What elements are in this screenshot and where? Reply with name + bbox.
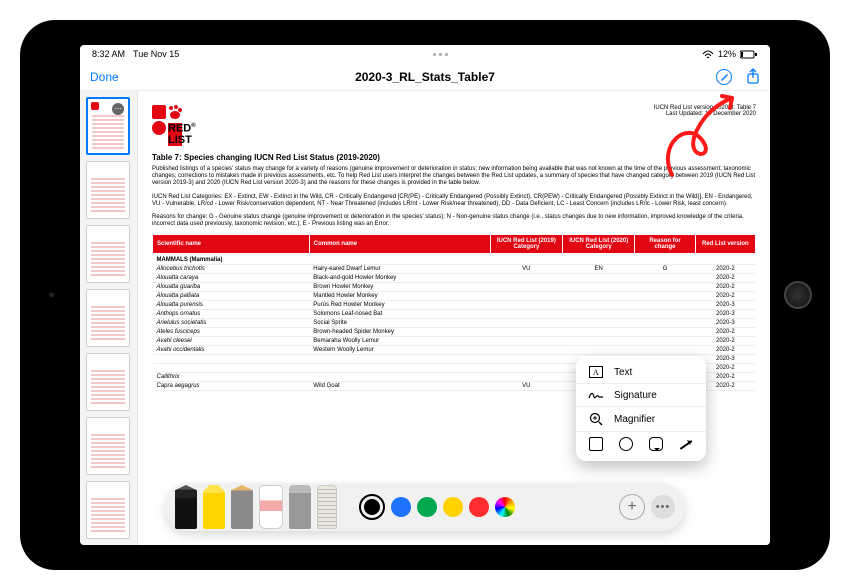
- add-button[interactable]: +: [619, 494, 645, 520]
- popover-magnifier[interactable]: Magnifier: [576, 406, 706, 431]
- color-blue[interactable]: [391, 497, 411, 517]
- popover-text[interactable]: A Text: [576, 361, 706, 383]
- wifi-icon: [702, 50, 714, 59]
- share-icon[interactable]: [746, 68, 760, 86]
- categories-para: IUCN Red List Categories: EX - Extinct, …: [152, 194, 756, 208]
- thumbnail-rail[interactable]: ⋯: [80, 91, 138, 545]
- popover-signature[interactable]: Signature: [576, 383, 706, 406]
- markup-toolbar: + •••: [165, 483, 685, 531]
- status-time: 8:32 AM: [92, 49, 125, 59]
- col-2019: IUCN Red List (2019) Category: [490, 235, 562, 254]
- shape-arrow[interactable]: [679, 437, 693, 451]
- color-black-selected[interactable]: [359, 494, 385, 520]
- document-page[interactable]: RED®LIST IUCN Red List version 2020-3: T…: [138, 91, 770, 545]
- page-thumbnail[interactable]: [86, 225, 130, 283]
- status-date: Tue Nov 15: [133, 49, 179, 59]
- page-thumbnail[interactable]: [86, 161, 130, 219]
- shape-rectangle[interactable]: [589, 437, 603, 451]
- shape-circle[interactable]: [619, 437, 633, 451]
- table-title: Table 7: Species changing IUCN Red List …: [152, 153, 756, 162]
- version-info: IUCN Red List version 2020-3: Table 7 La…: [654, 105, 756, 117]
- more-button[interactable]: •••: [651, 495, 675, 519]
- magnifier-icon: [588, 412, 604, 426]
- ipad-frame: 8:32 AM Tue Nov 15 12% Done 2020-3_RL_St…: [20, 20, 830, 570]
- redlist-logo: RED®LIST: [152, 105, 182, 135]
- done-button[interactable]: Done: [90, 70, 119, 84]
- page-thumbnail[interactable]: [86, 289, 130, 347]
- logo-text-list: LIST: [168, 134, 192, 146]
- color-yellow[interactable]: [443, 497, 463, 517]
- col-2020: IUCN Red List (2020) Category: [563, 235, 635, 254]
- intro-para: Published listings of a species' status …: [152, 166, 756, 188]
- table-row: Avahi cleeseiBemaraha Woolly Lemur2020-2: [153, 337, 756, 346]
- battery-percent: 12%: [718, 49, 736, 59]
- reasons-para: Reasons for change: G - Genuine status c…: [152, 214, 756, 228]
- pen-tool[interactable]: [175, 485, 197, 529]
- shape-speech-bubble[interactable]: [649, 437, 663, 451]
- color-green[interactable]: [417, 497, 437, 517]
- highlighter-tool[interactable]: [203, 485, 225, 529]
- table-row: Ateles fuscicepsBrown-headed Spider Monk…: [153, 328, 756, 337]
- color-picker[interactable]: [495, 497, 515, 517]
- screen: 8:32 AM Tue Nov 15 12% Done 2020-3_RL_St…: [80, 45, 770, 545]
- lasso-tool[interactable]: [289, 485, 311, 529]
- status-bar: 8:32 AM Tue Nov 15 12%: [80, 45, 770, 63]
- table-row: Arielulus societatisSocial Sprite2020-3: [153, 319, 756, 328]
- table-row: Avahi occidentalisWestern Woolly Lemur20…: [153, 346, 756, 355]
- table-row: Allocebus trichotisHairy-eared Dwarf Lem…: [153, 265, 756, 274]
- table-row: Anthops ornatusSolomons Leaf-nosed Bat20…: [153, 310, 756, 319]
- col-reason: Reason for change: [635, 235, 695, 254]
- svg-text:A: A: [593, 368, 599, 377]
- add-shape-popover: A Text Signature Magnifier: [576, 356, 706, 461]
- battery-icon: [740, 50, 758, 59]
- page-thumbnail[interactable]: [86, 353, 130, 411]
- home-button[interactable]: [784, 281, 812, 309]
- markup-icon[interactable]: [716, 69, 732, 85]
- table-row: Alouatta palliataMantled Howler Monkey20…: [153, 292, 756, 301]
- col-scientific: Scientific name: [153, 235, 310, 254]
- page-thumbnail[interactable]: ⋯: [86, 97, 130, 155]
- camera: [49, 293, 54, 298]
- text-box-icon: A: [588, 366, 604, 378]
- col-common: Common name: [309, 235, 490, 254]
- nav-bar: Done 2020-3_RL_Stats_Table7: [80, 63, 770, 91]
- document-title: 2020-3_RL_Stats_Table7: [355, 70, 495, 84]
- color-red[interactable]: [469, 497, 489, 517]
- ruler-tool[interactable]: [317, 485, 337, 529]
- popover-shapes: [576, 431, 706, 456]
- page-thumbnail[interactable]: [86, 481, 130, 539]
- section-mammals: MAMMALS (Mammalia): [153, 254, 756, 265]
- table-row: Alouatta guaribaBrown Howler Monkey2020-…: [153, 283, 756, 292]
- page-thumbnail[interactable]: [86, 417, 130, 475]
- table-row: Alouatta purensisPurús Red Howler Monkey…: [153, 301, 756, 310]
- table-row: Alouatta carayaBlack-and-gold Howler Mon…: [153, 274, 756, 283]
- pencil-tool[interactable]: [231, 485, 253, 529]
- eraser-tool[interactable]: [259, 485, 283, 529]
- signature-icon: [588, 389, 604, 401]
- col-version: Red List version: [695, 235, 755, 254]
- multitask-dots[interactable]: [433, 53, 448, 56]
